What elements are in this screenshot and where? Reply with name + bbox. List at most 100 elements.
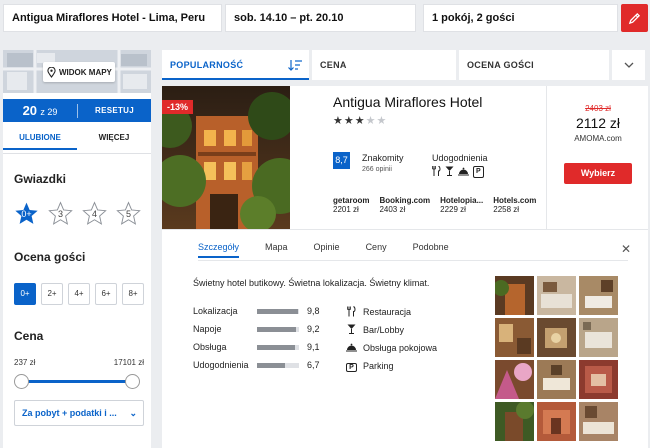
- alt-price-item[interactable]: Booking.com 2403 zł: [379, 196, 430, 214]
- sort-popularity-label: POPULARNOŚĆ: [170, 60, 244, 70]
- pencil-icon: [628, 12, 641, 24]
- rating-item-name: Lokalizacja: [193, 306, 238, 316]
- rating-filter-4[interactable]: 4+: [68, 283, 90, 305]
- star-filter-label: 3: [57, 209, 63, 219]
- rating-filter-0[interactable]: 0+: [14, 283, 36, 305]
- filters-sidebar: WIDOK MAPY 20 z 29 RESETUJ ULUBIONE WIĘC…: [3, 50, 151, 448]
- room-service-icon: [345, 342, 358, 354]
- rating-bar-fill: [257, 344, 296, 350]
- rating-item: Udogodnienia 6,7: [193, 356, 320, 374]
- location-field[interactable]: Antigua Miraflores Hotel - Lima, Peru: [3, 4, 222, 32]
- gallery-thumbnail[interactable]: [495, 402, 534, 441]
- gallery-thumbnail[interactable]: [537, 318, 576, 357]
- map-view-button[interactable]: WIDOK MAPY: [43, 62, 115, 82]
- rating-bar-fill: [257, 362, 286, 368]
- tab-prices[interactable]: Ceny: [366, 242, 387, 258]
- rating-bar-fill: [257, 308, 299, 314]
- restaurant-icon: [345, 305, 358, 319]
- alt-price-item[interactable]: Hotelopia... 2229 zł: [440, 196, 483, 214]
- tab-more[interactable]: WIĘCEJ: [77, 128, 151, 150]
- gallery-thumbnail[interactable]: [537, 360, 576, 399]
- rating-item: Obsługa 9,1: [193, 338, 320, 356]
- rating-bar: [257, 344, 299, 350]
- gallery-thumbnail[interactable]: [537, 276, 576, 315]
- map-preview[interactable]: WIDOK MAPY: [3, 50, 151, 93]
- alt-price-value: 2229 zł: [440, 205, 466, 214]
- rating-filter-8[interactable]: 8+: [122, 283, 144, 305]
- price-min-label: 237 zł: [14, 358, 36, 367]
- facility-label: Parking: [363, 361, 394, 371]
- rating-filter-2[interactable]: 2+: [41, 283, 63, 305]
- alt-price-item[interactable]: getaroom 2201 zł: [333, 196, 369, 214]
- tab-similar[interactable]: Podobne: [413, 242, 449, 258]
- facility-label: Obsługa pokojowa: [363, 343, 438, 353]
- reviews-count[interactable]: 266 opinii: [362, 166, 392, 173]
- sort-price[interactable]: CENA: [312, 50, 456, 80]
- alt-price-item[interactable]: Hotels.com 2258 zł: [493, 196, 536, 214]
- parking-icon: P: [345, 361, 358, 372]
- gallery-thumbnail[interactable]: [579, 360, 618, 399]
- rating-filter-6[interactable]: 6+: [95, 283, 117, 305]
- alt-price-value: 2201 zł: [333, 205, 359, 214]
- tab-map[interactable]: Mapa: [265, 242, 288, 258]
- gallery-thumbnail[interactable]: [537, 402, 576, 441]
- map-pin-icon: [47, 66, 56, 78]
- rating-bar: [257, 308, 299, 314]
- facility-label: Bar/Lobby: [363, 325, 405, 335]
- rating-item-name: Obsługa: [193, 342, 227, 352]
- price-slider-max-handle[interactable]: [125, 374, 140, 389]
- results-total: z 29: [40, 107, 58, 117]
- rooms-guests-field[interactable]: 1 pokój, 2 gości: [423, 4, 618, 32]
- tab-reviews[interactable]: Opinie: [314, 242, 340, 258]
- stars-filter-title: Gwiazdki: [14, 172, 67, 186]
- price-mode-select[interactable]: Za pobyt + podatki i ... ⌄: [14, 400, 144, 426]
- parking-icon: P: [473, 166, 484, 178]
- tab-favorites[interactable]: ULUBIONE: [3, 128, 77, 150]
- amenities-icons: P: [432, 165, 484, 178]
- price-slider-track[interactable]: [21, 380, 133, 383]
- star-filter-0[interactable]: 0+: [14, 201, 39, 226]
- reset-filters-button[interactable]: RESETUJ: [78, 106, 151, 115]
- sort-rating[interactable]: OCENA GOŚCI: [459, 50, 609, 80]
- hotel-main-photo[interactable]: -13%: [162, 86, 290, 229]
- rating-bar: [257, 326, 299, 332]
- divider: [198, 260, 628, 261]
- select-deal-button[interactable]: Wybierz: [564, 163, 632, 184]
- gallery-thumbnail[interactable]: [579, 276, 618, 315]
- chevron-down-icon: ⌄: [129, 408, 137, 418]
- price-mode-label: Za pobyt + podatki i ...: [22, 408, 117, 418]
- star-filter-label: 4: [91, 209, 97, 219]
- gallery-thumbnail[interactable]: [579, 402, 618, 441]
- hotel-name[interactable]: Antigua Miraflores Hotel: [333, 94, 482, 110]
- alt-price-value: 2258 zł: [493, 205, 520, 214]
- search-bar: Antigua Miraflores Hotel - Lima, Peru so…: [0, 0, 650, 36]
- star-filter-label: 5: [125, 209, 131, 219]
- star-filter-5[interactable]: 5: [116, 201, 141, 226]
- gallery-thumbnail[interactable]: [495, 360, 534, 399]
- close-icon[interactable]: ✕: [621, 242, 631, 256]
- rating-breakdown: Lokalizacja 9,8 Napoje 9,2 Obsługa 9,1 U…: [193, 302, 320, 374]
- gallery-thumbnail[interactable]: [495, 318, 534, 357]
- tab-details[interactable]: Szczegóły: [198, 242, 240, 258]
- alt-price-site: Hotelopia...: [440, 196, 484, 205]
- restaurant-icon: [432, 165, 441, 178]
- rating-label: Znakomity: [362, 153, 404, 163]
- hotel-details-panel: Szczegóły Mapa Opinie Ceny Podobne ✕ Świ…: [162, 229, 648, 448]
- chevron-down-icon: [624, 62, 633, 68]
- star-filter-3[interactable]: 3: [48, 201, 73, 226]
- rating-score-badge[interactable]: 8,7: [333, 152, 350, 169]
- gallery-thumbnail[interactable]: [495, 276, 534, 315]
- price-slider-min-handle[interactable]: [14, 374, 29, 389]
- gallery-thumbnail[interactable]: [579, 318, 618, 357]
- sort-popularity[interactable]: POPULARNOŚĆ: [162, 50, 309, 80]
- hotel-card[interactable]: -13% Antigua Miraflores Hotel ★★★★★ 8,7 …: [162, 86, 648, 229]
- edit-search-button[interactable]: [621, 4, 648, 32]
- alt-price-site: getaroom: [333, 196, 370, 205]
- star-filter-4[interactable]: 4: [82, 201, 107, 226]
- price-range-labels: 237 zł 17101 zł: [14, 358, 144, 367]
- map-button-label: WIDOK MAPY: [59, 67, 112, 77]
- rating-item-name: Udogodnienia: [193, 360, 249, 370]
- dates-field[interactable]: sob. 14.10 – pt. 20.10: [225, 4, 416, 32]
- sort-more-button[interactable]: [612, 50, 645, 80]
- amenities-label: Udogodnienia: [432, 153, 488, 163]
